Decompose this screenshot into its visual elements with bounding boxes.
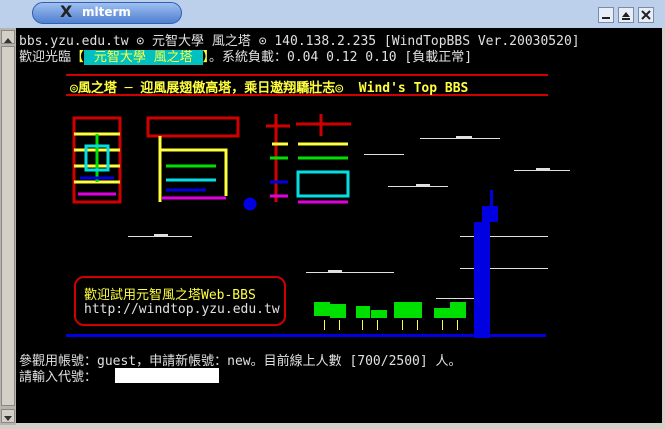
tree xyxy=(371,310,387,318)
windtop-logo xyxy=(72,114,351,211)
title-bar[interactable]: X mlterm xyxy=(0,0,665,28)
tree xyxy=(356,306,370,318)
tree xyxy=(450,302,466,318)
welcome-line: 歡迎光臨【 元智大學 風之塔 】。系統負載：0.04 0.12 0.10 [負載… xyxy=(19,46,472,65)
scrollbar-thumb[interactable] xyxy=(1,46,15,406)
site-name-highlight: 元智大學 風之塔 xyxy=(84,50,203,65)
cloud-line xyxy=(364,154,404,155)
tree xyxy=(394,302,422,318)
vertical-scrollbar[interactable] xyxy=(0,28,16,425)
close-button[interactable] xyxy=(638,7,654,23)
arrow-down-icon xyxy=(4,416,12,421)
tree-trunk xyxy=(402,320,418,330)
tree xyxy=(434,308,450,318)
minimize-button[interactable] xyxy=(598,7,614,23)
tower-body xyxy=(474,222,490,338)
login-prompt: 請輸入代號： xyxy=(19,370,98,385)
close-icon xyxy=(641,10,651,20)
bracket-open: 【 xyxy=(71,50,85,65)
maximize-icon xyxy=(622,12,630,20)
x-logo-icon: X xyxy=(60,2,73,21)
banner-text: ◎風之塔 ─ 迎風展翅傲高塔，乘日遨翔驕壯志◎ Wind's Top BBS xyxy=(70,81,469,96)
web-bbs-title: 歡迎試用元智風之塔Web-BBS xyxy=(84,288,256,303)
tree-trunk xyxy=(324,320,340,330)
terminal-screen[interactable]: bbs.yzu.edu.tw ⊙ 元智大學 風之塔 ⊙ 140.138.2.23… xyxy=(16,28,662,423)
system-load: 。系統負載：0.04 0.12 0.10 [負載正常] xyxy=(209,50,473,65)
tower-top xyxy=(482,206,498,222)
cloud-line xyxy=(154,234,168,237)
welcome-prefix: 歡迎光臨 xyxy=(19,50,72,65)
login-input[interactable] xyxy=(115,368,219,383)
window-title: mlterm xyxy=(82,5,131,19)
cloud-line xyxy=(456,136,472,139)
cloud-line xyxy=(416,184,430,187)
web-bbs-box: 歡迎試用元智風之塔Web-BBS http://windtop.yzu.edu.… xyxy=(74,276,286,326)
tree-trunk xyxy=(362,320,378,330)
minimize-icon xyxy=(602,17,610,19)
scroll-down-button[interactable] xyxy=(1,409,15,423)
banner: ◎風之塔 ─ 迎風展翅傲高塔，乘日遨翔驕壯志◎ Wind's Top BBS xyxy=(66,74,548,96)
maximize-button[interactable] xyxy=(618,7,634,23)
cloud-line xyxy=(306,272,394,273)
tree xyxy=(314,302,330,316)
tree-trunk xyxy=(442,320,458,330)
scroll-up-button[interactable] xyxy=(1,30,15,44)
cloud-line xyxy=(328,270,342,273)
web-bbs-url[interactable]: http://windtop.yzu.edu.tw xyxy=(84,302,280,317)
cloud-line xyxy=(536,168,550,171)
tree xyxy=(330,304,346,318)
arrow-up-icon xyxy=(4,38,12,43)
ground-line xyxy=(66,334,546,337)
